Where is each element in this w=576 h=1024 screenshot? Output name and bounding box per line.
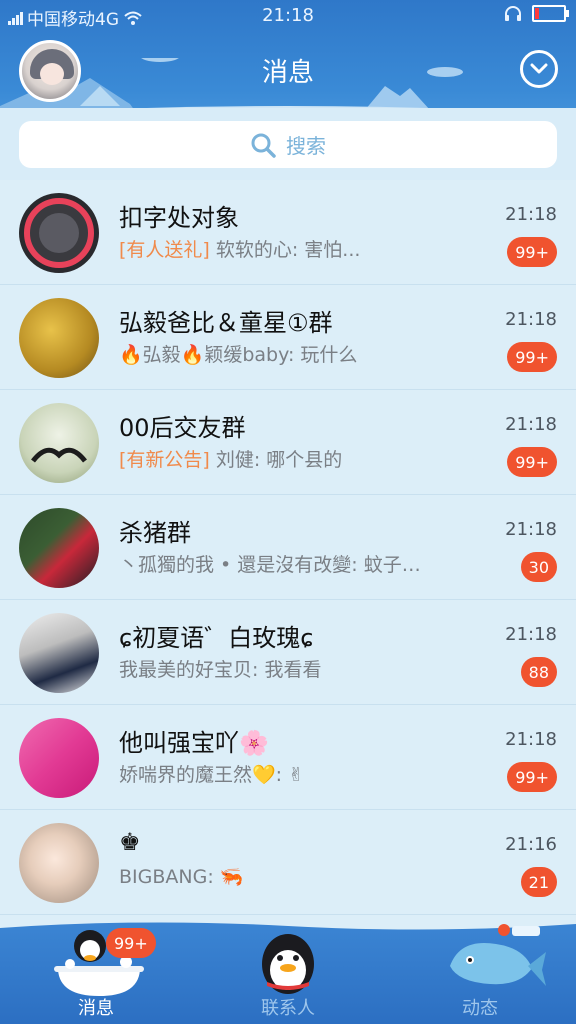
conversation-time: 21:18: [505, 309, 557, 330]
conversation-name: 弘毅爸比＆童星①群: [119, 309, 333, 337]
conversation-name: 他叫强宝吖🌸: [119, 729, 269, 757]
bottom-tab-bar: 99+ 消息 联系人 动态: [0, 918, 576, 1024]
conversation-preview: [有新公告] 刘健: 哪个县的: [119, 445, 499, 472]
tab-unread-badge: 99+: [106, 928, 156, 958]
group-avatar: [19, 613, 99, 693]
conversation-message: 软软的心: 害怕...: [209, 239, 361, 261]
conversation-preview: 娇喘界的魔王然💛: ✌: [119, 760, 499, 787]
conversation-row[interactable]: 扣字处对象 [有人送礼] 软软的心: 害怕... 21:18 99+: [0, 180, 576, 285]
conversation-message: 丶孤獨的我 • 還是沒有改變: 蚊子…: [119, 554, 421, 576]
tab-contacts[interactable]: 联系人: [192, 918, 384, 1024]
unread-badge: 99+: [507, 447, 557, 477]
contact-avatar: [19, 823, 99, 903]
conversation-tag: [有新公告]: [119, 449, 210, 471]
tab-label: 联系人: [261, 998, 315, 1019]
unread-badge: 99+: [507, 342, 557, 372]
conversation-message: 刘健: 哪个县的: [209, 449, 343, 471]
conversation-preview: 丶孤獨的我 • 還是沒有改變: 蚊子…: [119, 550, 499, 577]
conversation-time: 21:18: [505, 414, 557, 435]
status-bar: 中国移动4G 21:18: [0, 0, 576, 32]
unread-badge: 21: [520, 867, 557, 897]
search-placeholder: 搜索: [286, 134, 326, 158]
conversation-name: 00后交友群: [119, 414, 246, 442]
conversation-time: 21:18: [505, 519, 557, 540]
search-input[interactable]: 搜索: [19, 121, 557, 168]
conversation-time: 21:16: [505, 834, 557, 855]
status-right: [504, 5, 569, 22]
conversation-message: 娇喘界的魔王然💛: ✌: [119, 764, 305, 786]
conversation-name: 杀猪群: [119, 519, 191, 547]
tab-feed[interactable]: 动态: [384, 918, 576, 1024]
conversation-list: 扣字处对象 [有人送礼] 软软的心: 害怕... 21:18 99+ 弘毅爸比＆…: [0, 180, 576, 920]
unread-badge: 88: [520, 657, 557, 687]
group-avatar: [19, 718, 99, 798]
page-title: 消息: [261, 58, 314, 88]
tab-label: 消息: [78, 998, 114, 1019]
nav-row: 消息: [0, 38, 576, 106]
conversation-message: BIGBANG: 🦐: [119, 866, 244, 888]
status-time: 21:18: [262, 5, 314, 26]
headphones-icon: [505, 5, 521, 21]
conversation-row[interactable]: 弘毅爸比＆童星①群 🔥弘毅🔥颖缓baby: 玩什么 21:18 99+: [0, 285, 576, 390]
group-avatar: [19, 403, 99, 483]
more-options-button[interactable]: [520, 50, 558, 88]
conversation-message: 🔥弘毅🔥颖缓baby: 玩什么: [119, 344, 358, 366]
conversation-message: 我最美的好宝贝: 我看看: [119, 659, 322, 681]
tab-label: 动态: [462, 998, 498, 1019]
conversation-preview: 🔥弘毅🔥颖缓baby: 玩什么: [119, 340, 499, 367]
app-screen: 中国移动4G 21:18 消息 搜索 扣字处对象 [有人送礼] 软软的心: 害怕…: [0, 0, 576, 1024]
fish-icon: [450, 924, 546, 986]
unread-badge: 99+: [507, 762, 557, 792]
chevron-down-icon: [530, 63, 548, 74]
conversation-time: 21:18: [505, 729, 557, 750]
conversation-time: 21:18: [505, 204, 557, 225]
group-avatar: [19, 298, 99, 378]
conversation-time: 21:18: [505, 624, 557, 645]
conversation-preview: [有人送礼] 软软的心: 害怕...: [119, 235, 499, 262]
search-icon: [251, 133, 276, 158]
header: 中国移动4G 21:18 消息 搜索: [0, 0, 576, 180]
group-avatar: [19, 508, 99, 588]
conversation-row[interactable]: ɕ初夏语゛白玫瑰ɕ 我最美的好宝贝: 我看看 21:18 88: [0, 600, 576, 705]
conversation-name: ɕ初夏语゛白玫瑰ɕ: [119, 624, 314, 652]
tab-messages[interactable]: 99+ 消息: [0, 918, 192, 1024]
conversation-preview: 我最美的好宝贝: 我看看: [119, 655, 499, 682]
conversation-row[interactable]: 他叫强宝吖🌸 娇喘界的魔王然💛: ✌ 21:18 99+: [0, 705, 576, 810]
conversation-name: ♚: [119, 828, 141, 856]
penguin-icon: [262, 934, 314, 994]
battery-icon: [532, 5, 569, 22]
conversation-tag: [有人送礼]: [119, 239, 210, 261]
conversation-row[interactable]: 杀猪群 丶孤獨的我 • 還是沒有改變: 蚊子… 21:18 30: [0, 495, 576, 600]
unread-badge: 99+: [507, 237, 557, 267]
conversation-row[interactable]: ♚ BIGBANG: 🦐 21:16 21: [0, 810, 576, 915]
search-area: 搜索: [0, 108, 576, 180]
conversation-name: 扣字处对象: [119, 204, 239, 232]
conversation-preview: BIGBANG: 🦐: [119, 865, 499, 888]
conversation-row[interactable]: 00后交友群 [有新公告] 刘健: 哪个县的 21:18 99+: [0, 390, 576, 495]
group-avatar: [19, 193, 99, 273]
unread-badge: 30: [520, 552, 557, 582]
